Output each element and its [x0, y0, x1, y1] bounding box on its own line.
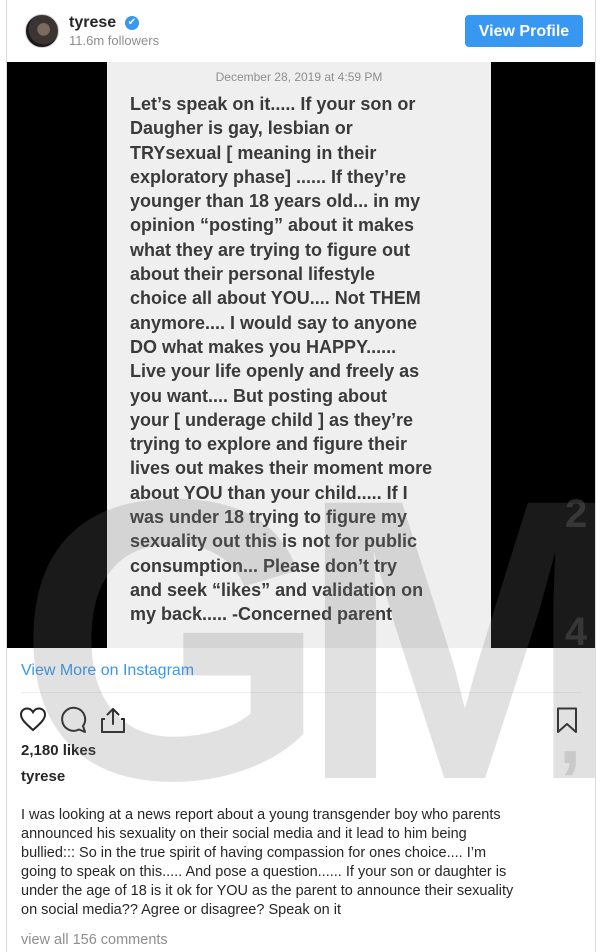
note-screenshot: December 28, 2019 at 4:59 PM Let’s speak… — [107, 62, 491, 648]
comment-icon[interactable] — [59, 706, 87, 734]
note-text: Let’s speak on it..... If your son or Da… — [130, 94, 433, 625]
share-icon[interactable] — [99, 706, 127, 734]
post-caption: I was looking at a news report about a y… — [21, 807, 514, 918]
view-profile-button[interactable]: View Profile — [465, 15, 583, 47]
divider — [21, 692, 581, 693]
instagram-embed-card: tyrese ✔ 11.6m followers View Profile De… — [6, 0, 596, 952]
post-image[interactable]: December 28, 2019 at 4:59 PM Let’s speak… — [7, 62, 595, 648]
view-more-on-instagram-link[interactable]: View More on Instagram — [21, 662, 194, 680]
note-date: December 28, 2019 at 4:59 PM — [215, 70, 383, 84]
heart-icon[interactable] — [19, 706, 47, 734]
like-count[interactable]: 2,180 likes — [21, 742, 96, 759]
bookmark-icon[interactable] — [553, 706, 581, 734]
caption-username[interactable]: tyrese — [21, 768, 65, 785]
verified-badge-icon: ✔ — [125, 16, 139, 30]
view-all-comments-link[interactable]: view all 156 comments — [21, 932, 168, 948]
follower-count: 11.6m followers — [69, 33, 160, 48]
watermark-comma: , — [559, 691, 582, 780]
username[interactable]: tyrese — [69, 14, 116, 32]
avatar[interactable] — [25, 14, 59, 48]
